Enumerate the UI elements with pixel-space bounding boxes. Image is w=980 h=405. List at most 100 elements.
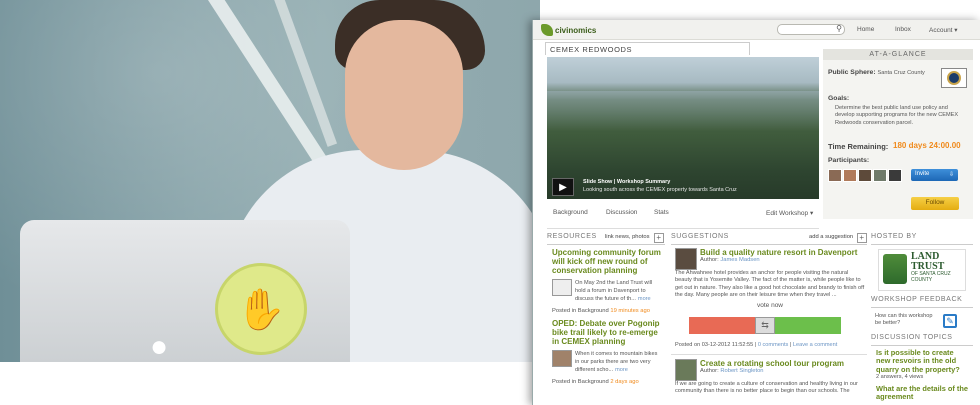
leave-comment-link[interactable]: Leave a comment xyxy=(793,342,837,348)
slideshow-label[interactable]: Slide Show | Workshop Summary xyxy=(583,179,670,185)
participant-avatars xyxy=(828,169,902,182)
resource-item: OPED: Debate over Pogonip bike trail lik… xyxy=(552,319,662,385)
author-avatar[interactable] xyxy=(675,359,697,381)
avatar[interactable] xyxy=(843,169,857,182)
author-link[interactable]: James Madsen xyxy=(720,257,759,263)
author-label: Author: xyxy=(700,368,719,374)
tab-stats[interactable]: Stats xyxy=(654,209,669,216)
author-label: Author: xyxy=(700,257,719,263)
vote-slider[interactable]: ⇆ xyxy=(689,317,841,334)
resources-heading: RESOURCES xyxy=(547,233,597,240)
tree-icon xyxy=(883,254,907,284)
edit-workshop-menu[interactable]: Edit Workshop ▾ xyxy=(766,209,813,217)
comments-link[interactable]: 0 comments xyxy=(758,342,788,348)
resource-more-link[interactable]: more xyxy=(638,296,651,302)
slideshow-caption: Looking south across the CEMEX property … xyxy=(583,187,737,193)
suggestion-body: The Ahwahnee hotel provides an anchor fo… xyxy=(675,270,865,298)
suggestions-heading: SUGGESTIONS xyxy=(671,233,729,240)
topic-title[interactable]: Is it possible to create new resvoirs in… xyxy=(876,348,968,374)
leaf-icon xyxy=(541,24,553,36)
photo-person-head xyxy=(345,20,463,170)
at-a-glance-heading: AT-A-GLANCE xyxy=(823,49,973,60)
slideshow-horizon xyxy=(547,91,819,131)
add-resource-button[interactable]: + xyxy=(654,233,664,243)
goals-text: Determine the best public land use polic… xyxy=(835,105,959,126)
posted-in-label: Posted in Background xyxy=(552,378,609,385)
goals-label: Goals: xyxy=(828,95,850,102)
resource-body: On May 2nd the Land Trust will hold a fo… xyxy=(552,278,662,304)
nav-inbox[interactable]: Inbox xyxy=(895,26,911,33)
invite-button[interactable]: Invite ⇩ xyxy=(911,169,958,181)
workshop-tabs: Background Discussion Stats Edit Worksho… xyxy=(547,201,819,229)
invite-label: Invite xyxy=(915,171,930,177)
avatar[interactable] xyxy=(828,169,842,182)
edit-feedback-icon[interactable]: ✎ xyxy=(943,314,957,328)
author-thumbnail[interactable] xyxy=(552,349,572,367)
topic-title[interactable]: What are the details of the agreement xyxy=(876,384,968,402)
time-remaining-label: Time Remaining: xyxy=(828,142,889,151)
tab-background[interactable]: Background xyxy=(553,209,588,216)
resource-more-link[interactable]: more xyxy=(615,367,628,373)
feedback-heading-bar: WORKSHOP FEEDBACK xyxy=(871,296,973,308)
play-button[interactable]: ▶ xyxy=(552,178,574,196)
add-suggestion-button[interactable]: + xyxy=(857,233,867,243)
workshop-title: CEMEX REDWOODS xyxy=(545,42,750,55)
vote-slider-handle[interactable]: ⇆ xyxy=(755,317,775,334)
laptop-sticker-logo: ✋ xyxy=(215,263,307,355)
hosted-by-heading: HOSTED BY xyxy=(871,233,917,240)
logo-text: civinomics xyxy=(555,25,597,35)
add-person-icon: ⇩ xyxy=(948,172,954,178)
author-link[interactable]: Robert Singleton xyxy=(720,368,763,374)
follow-button[interactable]: Follow xyxy=(911,197,959,210)
slideshow-image[interactable]: ▶ Slide Show | Workshop Summary Looking … xyxy=(547,57,819,199)
suggestions-heading-bar: SUGGESTIONS add a suggestion + xyxy=(671,233,867,245)
at-a-glance-panel: AT-A-GLANCE Public Sphere: Santa Cruz Co… xyxy=(823,49,973,219)
top-bar: civinomics ⚲ Home Inbox Account ▾ xyxy=(533,20,980,40)
tab-discussion[interactable]: Discussion xyxy=(606,209,637,216)
resource-title[interactable]: OPED: Debate over Pogonip bike trail lik… xyxy=(552,319,662,347)
nav-account[interactable]: Account ▾ xyxy=(929,26,958,34)
posted-in-label: Posted in Background xyxy=(552,307,609,314)
resource-body: When it comes to mountain bikes in our p… xyxy=(552,349,662,375)
civinomics-logo[interactable]: civinomics xyxy=(541,24,596,36)
add-suggestion-link[interactable]: add a suggestion xyxy=(809,234,853,240)
suggestion-item: Create a rotating school tour program Au… xyxy=(675,359,865,396)
search-icon[interactable]: ⚲ xyxy=(836,24,842,33)
avatar[interactable] xyxy=(858,169,872,182)
suggestion-title[interactable]: Create a rotating school tour program xyxy=(675,359,865,368)
county-seal-icon xyxy=(941,68,967,88)
resource-posted: Posted in Background 19 minutes ago xyxy=(552,308,662,314)
public-sphere-value[interactable]: Santa Cruz County xyxy=(878,70,925,76)
resource-posted: Posted in Background 2 days ago xyxy=(552,379,662,385)
vote-against-area[interactable] xyxy=(689,317,755,334)
suggestion-title[interactable]: Build a quality nature resort in Davenpo… xyxy=(675,248,865,257)
posted-time: 19 minutes ago xyxy=(610,307,650,314)
newspaper-thumbnail[interactable] xyxy=(552,278,572,296)
resource-title[interactable]: Upcoming community forum will kick off n… xyxy=(552,248,662,276)
topics-heading: DISCUSSION TOPICS xyxy=(871,334,953,341)
resource-item: Upcoming community forum will kick off n… xyxy=(552,248,662,314)
avatar[interactable] xyxy=(888,169,902,182)
suggestion-meta: Posted on 03-12-2012 11:52:55 | 0 commen… xyxy=(675,342,838,348)
topic-item: Is it possible to create new resvoirs in… xyxy=(876,348,968,381)
feedback-heading: WORKSHOP FEEDBACK xyxy=(871,296,963,303)
feedback-text[interactable]: How can this workshop be better? xyxy=(875,313,939,328)
search-input[interactable]: ⚲ xyxy=(777,24,845,35)
land-trust-subtitle: OF SANTA CRUZ COUNTY xyxy=(911,271,951,283)
land-trust-logo[interactable]: LAND TRUST OF SANTA CRUZ COUNTY xyxy=(878,249,966,291)
topic-item: What are the details of the agreement xyxy=(876,384,968,402)
suggestion-author: Author: Robert Singleton xyxy=(675,368,865,374)
hero-photo: ✋ ● xyxy=(0,0,540,362)
divider xyxy=(671,354,867,355)
posted-on: Posted on 03-12-2012 11:52:55 xyxy=(675,342,754,348)
public-sphere-label: Public Sphere: xyxy=(828,69,876,76)
avatar[interactable] xyxy=(873,169,887,182)
posted-time: 2 days ago xyxy=(610,378,639,385)
nav-home[interactable]: Home xyxy=(857,26,874,33)
link-news-photos[interactable]: link news, photos xyxy=(605,234,649,240)
topic-meta: 2 answers, 4 views xyxy=(876,373,924,380)
land-trust-name: LAND TRUST xyxy=(911,251,945,272)
vote-for-area[interactable] xyxy=(775,317,841,334)
author-avatar[interactable] xyxy=(675,248,697,270)
suggestion-body: If we are going to create a culture of c… xyxy=(675,381,858,395)
